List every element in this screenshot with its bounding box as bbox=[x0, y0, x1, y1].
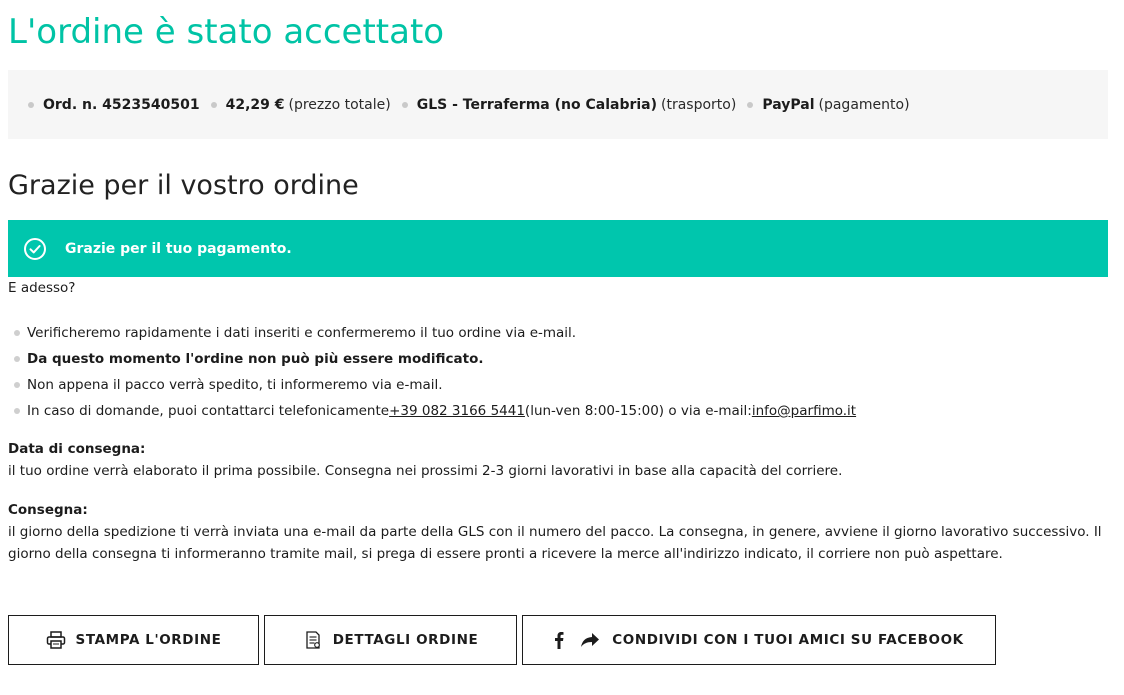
receipt-icon bbox=[303, 630, 323, 650]
list-item: Da questo momento l'ordine non può più e… bbox=[8, 346, 856, 372]
bullet-dot bbox=[14, 408, 20, 414]
list-item: Non appena il pacco verrà spedito, ti in… bbox=[8, 372, 856, 398]
delivery-label: Consegna: bbox=[8, 502, 88, 518]
print-order-label: STAMPA L'ORDINE bbox=[75, 632, 222, 648]
delivery-text: il giorno della spedizione ti verrà invi… bbox=[8, 524, 1102, 562]
share-arrow-icon bbox=[580, 632, 600, 648]
summary-shipping: GLS - Terraferma (no Calabria) (trasport… bbox=[401, 97, 736, 113]
delivery-section: Consegna: il giorno della spedizione ti … bbox=[8, 499, 1108, 565]
bullet-dot bbox=[14, 382, 20, 388]
facebook-icon bbox=[554, 631, 564, 649]
delivery-date-section: Data di consegna: il tuo ordine verrà el… bbox=[8, 438, 1108, 482]
printer-icon bbox=[46, 631, 66, 649]
list-item: In caso di domande, puoi contattarci tel… bbox=[8, 398, 856, 424]
payment-success-banner: Grazie per il tuo pagamento. bbox=[8, 220, 1108, 277]
bullet-dot bbox=[210, 101, 217, 108]
thanks-heading: Grazie per il vostro ordine bbox=[8, 170, 359, 201]
share-facebook-button[interactable]: CONDIVIDI CON I TUOI AMICI SU FACEBOOK bbox=[522, 615, 996, 665]
order-summary-bar: Ord. n. 4523540501 42,29 € (prezzo total… bbox=[8, 70, 1108, 139]
order-details-button[interactable]: DETTAGLI ORDINE bbox=[264, 615, 517, 665]
check-circle-icon bbox=[24, 237, 46, 260]
share-facebook-label: CONDIVIDI CON I TUOI AMICI SU FACEBOOK bbox=[612, 632, 964, 648]
list-item: Verificheremo rapidamente i dati inserit… bbox=[8, 320, 856, 346]
bullet-dot bbox=[747, 101, 754, 108]
order-details-label: DETTAGLI ORDINE bbox=[332, 632, 479, 648]
bullet-dot bbox=[28, 101, 34, 108]
banner-message: Grazie per il tuo pagamento. bbox=[65, 240, 292, 257]
phone-link[interactable]: +39 082 3166 5441 bbox=[389, 403, 525, 419]
delivery-date-text: il tuo ordine verrà elaborato il prima p… bbox=[8, 463, 843, 479]
page-title: L'ordine è stato accettato bbox=[8, 12, 445, 52]
bullet-dot bbox=[401, 101, 408, 108]
summary-order-number: Ord. n. 4523540501 bbox=[28, 97, 200, 113]
email-link[interactable]: info@parfimo.it bbox=[752, 403, 856, 419]
print-order-button[interactable]: STAMPA L'ORDINE bbox=[8, 615, 259, 665]
next-steps-label: E adesso? bbox=[8, 280, 76, 296]
summary-price: 42,29 € (prezzo totale) bbox=[210, 97, 391, 113]
bullet-dot bbox=[14, 356, 20, 362]
summary-payment: PayPal (pagamento) bbox=[747, 97, 910, 113]
bullet-dot bbox=[14, 330, 20, 336]
delivery-date-label: Data di consegna: bbox=[8, 441, 146, 457]
next-steps-list: Verificheremo rapidamente i dati inserit… bbox=[8, 320, 856, 424]
